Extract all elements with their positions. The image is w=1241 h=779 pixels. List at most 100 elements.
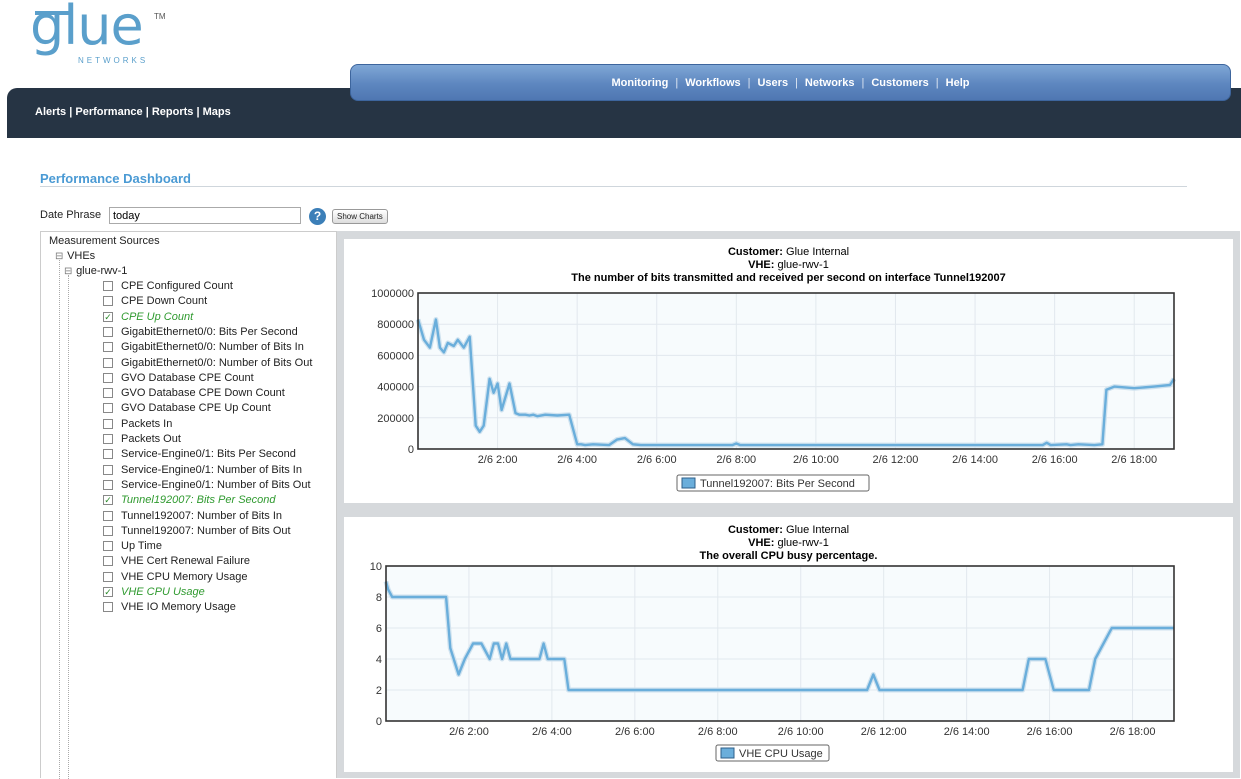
tree-leaf[interactable]: Service-Engine0/1: Number of Bits In <box>103 463 302 477</box>
tree-leaf[interactable]: Tunnel192007: Number of Bits Out <box>103 524 291 538</box>
x-tick-label: 2/6 6:00 <box>615 726 655 738</box>
chart-vhe-value: glue-rwv-1 <box>777 259 828 271</box>
nav-networks[interactable]: Networks <box>798 77 862 89</box>
tree-leaf[interactable]: CPE Down Count <box>103 294 207 308</box>
tree-leaf[interactable]: Tunnel192007: Number of Bits In <box>103 509 282 523</box>
checkbox-icon[interactable] <box>103 326 113 337</box>
subnav-alerts[interactable]: Alerts <box>35 106 66 118</box>
tree-leaf-label: VHE CPU Memory Usage <box>121 570 248 583</box>
tree-root-label: Measurement Sources <box>49 235 160 247</box>
checkbox-icon[interactable] <box>103 434 113 444</box>
y-tick-label: 800000 <box>377 319 414 331</box>
nav-monitoring[interactable]: Monitoring <box>605 77 676 89</box>
tree-leaf-label: Packets Out <box>121 433 181 445</box>
checkbox-checked-icon[interactable]: ✓ <box>103 311 113 322</box>
plot-area <box>418 293 1174 449</box>
tree-leaf-label: Tunnel192007: Bits Per Second <box>121 494 276 507</box>
subnav-reports[interactable]: Reports <box>152 106 194 118</box>
checkbox-icon[interactable] <box>103 357 113 368</box>
chart-vhe-label: VHE: <box>748 259 777 271</box>
x-tick-label: 2/6 8:00 <box>716 454 756 466</box>
nav-users[interactable]: Users <box>750 77 795 89</box>
checkbox-icon[interactable] <box>103 464 113 475</box>
tree-guide-line <box>59 260 60 779</box>
tree-leaf-label: Service-Engine0/1: Number of Bits Out <box>121 478 311 491</box>
tree-leaf-label: VHE IO Memory Usage <box>121 601 236 614</box>
tree-leaf[interactable]: GigabitEthernet0/0: Bits Per Second <box>103 325 298 339</box>
subnav-performance[interactable]: Performance <box>75 106 142 118</box>
checkbox-icon[interactable] <box>103 479 113 490</box>
checkbox-icon[interactable] <box>103 403 113 414</box>
checkbox-icon[interactable] <box>103 281 113 291</box>
x-tick-label: 2/6 16:00 <box>1032 454 1078 466</box>
x-tick-label: 2/6 14:00 <box>944 726 990 738</box>
checkbox-icon[interactable] <box>103 602 113 613</box>
help-icon[interactable]: ? <box>309 208 326 225</box>
tree-leaf[interactable]: GVO Database CPE Count <box>103 371 254 385</box>
tree-leaf[interactable]: Up Time <box>103 539 162 553</box>
tree-leaf[interactable]: GigabitEthernet0/0: Number of Bits Out <box>103 356 312 370</box>
x-tick-label: 2/6 14:00 <box>952 454 998 466</box>
checkbox-icon[interactable] <box>103 510 113 521</box>
tree-leaf[interactable]: Service-Engine0/1: Number of Bits Out <box>103 478 311 492</box>
date-phrase-label: Date Phrase <box>40 209 102 221</box>
tree-vhe-node[interactable]: ⊟ glue-rwv-1 <box>64 265 127 277</box>
show-charts-button[interactable]: Show Charts <box>332 209 388 224</box>
tree-leaf-label: Up Time <box>121 540 162 553</box>
x-tick-label: 2/6 4:00 <box>532 726 572 738</box>
nav-workflows[interactable]: Workflows <box>678 77 747 89</box>
checkbox-checked-icon[interactable]: ✓ <box>103 495 113 506</box>
y-tick-label: 6 <box>376 623 382 635</box>
glue-networks-logo[interactable]: glue TM NETWORKS <box>30 0 180 65</box>
checkbox-icon[interactable] <box>103 388 113 399</box>
checkbox-icon[interactable] <box>103 449 113 460</box>
x-tick-label: 2/6 6:00 <box>637 454 677 466</box>
checkbox-checked-icon[interactable]: ✓ <box>103 587 113 597</box>
chart-panel-bits: Customer: Glue Internal VHE: glue-rwv-1 Th… <box>337 231 1240 509</box>
date-phrase-input[interactable] <box>109 207 301 224</box>
y-tick-label: 200000 <box>377 413 414 425</box>
checkbox-icon[interactable] <box>103 571 113 582</box>
measurement-sources-tree: Measurement Sources ⊟ VHEs ⊟ glue-rwv-1 … <box>40 231 337 779</box>
checkbox-icon[interactable] <box>103 418 113 429</box>
tree-leaf-label: GVO Database CPE Count <box>121 371 254 384</box>
tree-leaf[interactable]: GVO Database CPE Up Count <box>103 401 271 415</box>
checkbox-icon[interactable] <box>103 556 113 567</box>
tree-leaf[interactable]: ✓ VHE CPU Usage <box>103 585 205 599</box>
chart-panel-cpu: Customer: Glue Internal VHE: glue-rwv-1 Th… <box>337 509 1240 778</box>
legend-label: Tunnel192007: Bits Per Second <box>700 478 855 490</box>
y-tick-label: 10 <box>370 561 382 573</box>
tree-leaf[interactable]: GigabitEthernet0/0: Number of Bits In <box>103 340 304 354</box>
tree-leaf[interactable]: Packets Out <box>103 432 181 446</box>
chart-vhe-line: VHE: glue-rwv-1 <box>748 537 829 549</box>
y-tick-label: 8 <box>376 592 382 604</box>
tree-leaf[interactable]: ✓ Tunnel192007: Bits Per Second <box>103 493 276 507</box>
tree-leaf[interactable]: Packets In <box>103 417 172 431</box>
tree-leaf[interactable]: VHE Cert Renewal Failure <box>103 554 250 568</box>
subnav-maps[interactable]: Maps <box>203 106 231 118</box>
checkbox-icon[interactable] <box>103 372 113 383</box>
chart-customer-label: Customer: <box>728 524 786 536</box>
tree-leaf[interactable]: VHE CPU Memory Usage <box>103 570 248 584</box>
tree-leaf-label: GigabitEthernet0/0: Number of Bits Out <box>121 356 313 369</box>
checkbox-icon[interactable] <box>103 541 113 552</box>
tree-leaf[interactable]: ✓ CPE Up Count <box>103 310 193 324</box>
checkbox-icon[interactable] <box>103 342 113 353</box>
x-tick-label: 2/6 10:00 <box>793 454 839 466</box>
tree-leaf[interactable]: CPE Configured Count <box>103 279 233 293</box>
chart-customer-value: Glue Internal <box>786 246 849 258</box>
checkbox-icon[interactable] <box>103 296 113 307</box>
logo-word: glue <box>30 0 144 57</box>
x-tick-label: 2/6 18:00 <box>1111 454 1157 466</box>
nav-help[interactable]: Help <box>939 77 977 89</box>
y-tick-label: 4 <box>376 654 382 666</box>
tree-leaf[interactable]: Service-Engine0/1: Bits Per Second <box>103 447 296 461</box>
tree-leaf[interactable]: VHE IO Memory Usage <box>103 600 236 614</box>
checkbox-icon[interactable] <box>103 525 113 536</box>
tree-leaf-label: GVO Database CPE Up Count <box>121 402 271 415</box>
legend-swatch <box>681 477 696 489</box>
tree-leaf[interactable]: GVO Database CPE Down Count <box>103 386 285 400</box>
nav-customers[interactable]: Customers <box>864 77 935 89</box>
tree-vhes-node[interactable]: ⊟ VHEs <box>55 250 95 262</box>
tree-leaf-label: VHE Cert Renewal Failure <box>121 555 250 568</box>
